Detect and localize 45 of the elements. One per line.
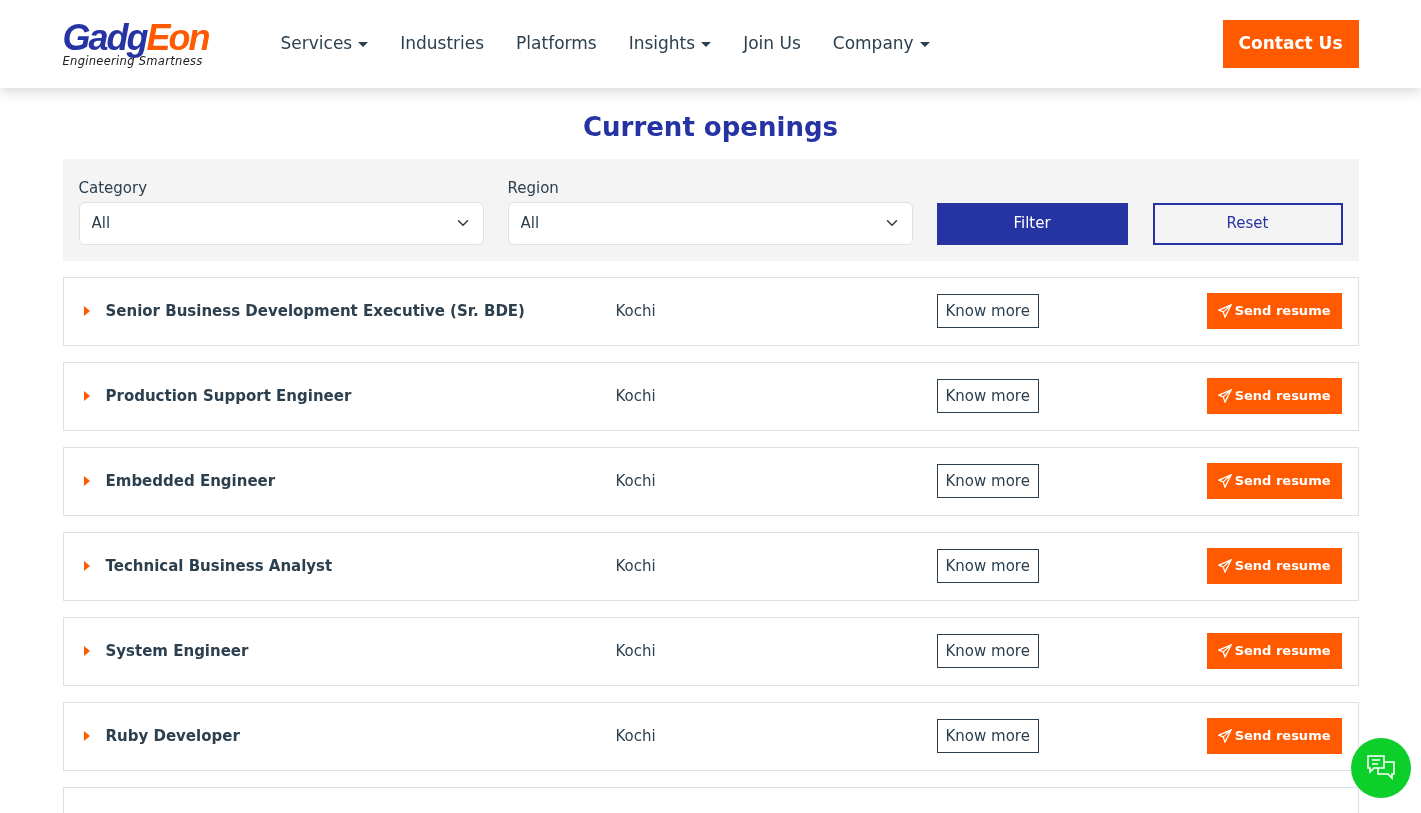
nav-link-item[interactable]: Industries xyxy=(400,31,485,57)
field-label: Category xyxy=(78,178,149,200)
job-title[interactable]: System Engineer xyxy=(105,639,249,663)
caret-icon[interactable] xyxy=(83,391,90,402)
select-field[interactable]: All xyxy=(507,201,913,245)
job-location: Kochi xyxy=(615,300,657,322)
chat-button[interactable] xyxy=(1351,738,1411,798)
nav-dropdown[interactable]: Company xyxy=(832,31,930,57)
job-location: Kochi xyxy=(615,385,657,407)
paper-plane-icon xyxy=(1217,559,1232,574)
caret-icon[interactable] xyxy=(83,306,90,317)
caret-icon[interactable] xyxy=(83,561,90,572)
job-title[interactable]: Senior Business Development Executive (Sr. BDE) xyxy=(105,299,525,323)
job-location: Kochi xyxy=(615,640,657,662)
nav-link-item[interactable]: Join Us xyxy=(743,31,801,57)
job-title[interactable]: Production Support Engineer xyxy=(105,384,352,408)
caret-icon[interactable] xyxy=(83,731,90,742)
job-title[interactable]: Embedded Engineer xyxy=(105,469,276,493)
know-more-button[interactable]: Know more xyxy=(936,378,1039,414)
job-location: Kochi xyxy=(615,555,657,577)
paper-plane-icon xyxy=(1217,729,1232,744)
caret-icon[interactable] xyxy=(83,476,90,487)
know-more-button[interactable]: Know more xyxy=(936,293,1039,329)
know-more-button[interactable]: Know more xyxy=(936,548,1039,584)
paper-plane-icon xyxy=(1217,644,1232,659)
page-title: Current openings xyxy=(582,112,839,144)
field-label: Region xyxy=(507,178,560,200)
nav-dropdown[interactable]: Services xyxy=(280,31,369,57)
select-field[interactable]: All xyxy=(78,201,484,245)
caret-icon[interactable] xyxy=(83,646,90,657)
nav-dropdown[interactable]: Insights xyxy=(628,31,712,57)
filter-button[interactable]: Filter xyxy=(936,202,1128,245)
paper-plane-icon xyxy=(1217,474,1232,489)
paper-plane-icon xyxy=(1217,304,1232,319)
reset-button[interactable]: Reset xyxy=(1152,202,1343,245)
job-location: Kochi xyxy=(615,725,657,747)
job-location: Kochi xyxy=(615,470,657,492)
know-more-button[interactable]: Know more xyxy=(936,718,1039,754)
paper-plane-icon xyxy=(1217,389,1232,404)
job-title[interactable]: Ruby Developer xyxy=(105,724,240,748)
know-more-button[interactable]: Know more xyxy=(936,633,1039,669)
job-title[interactable]: Technical Business Analyst xyxy=(105,554,333,578)
know-more-button[interactable]: Know more xyxy=(936,463,1039,499)
nav-link-item[interactable]: Platforms xyxy=(516,31,597,57)
logo-wordmark[interactable]: GadgEon xyxy=(62,20,209,57)
